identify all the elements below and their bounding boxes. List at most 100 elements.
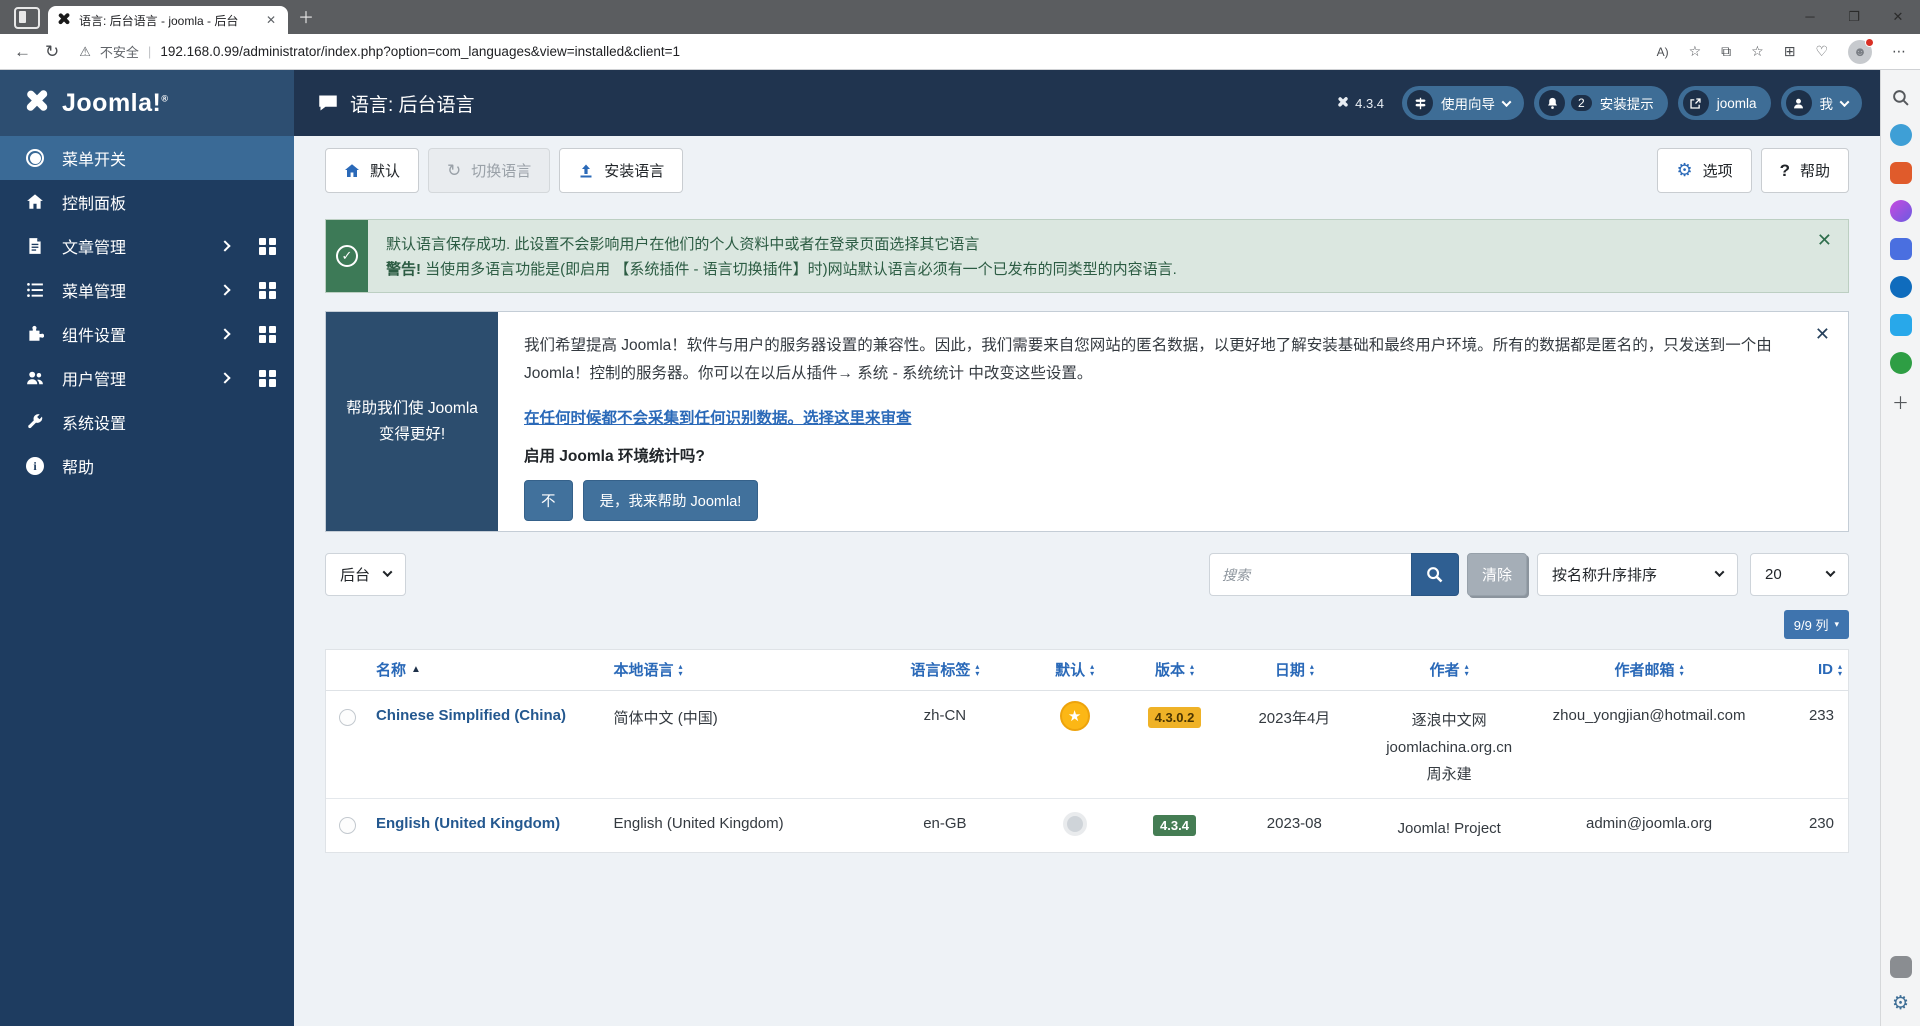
default-button[interactable]: 默认 — [325, 148, 419, 193]
search-button[interactable] — [1411, 553, 1459, 596]
stats-yes-button[interactable]: 是，我来帮助 Joomla! — [583, 480, 759, 521]
row-radio[interactable] — [339, 709, 356, 726]
profile-alert-dot — [1865, 38, 1874, 47]
radio-column-header — [326, 650, 370, 690]
dashboard-grid-icon[interactable] — [259, 326, 276, 343]
read-aloud-icon[interactable]: A) — [1657, 45, 1669, 59]
new-tab-button[interactable]: ＋ — [298, 4, 314, 28]
header-name[interactable]: 名称▲ — [370, 650, 608, 690]
sidebar-item-label: 控制面板 — [62, 190, 276, 214]
rail-add-icon[interactable]: ＋ — [1890, 390, 1912, 412]
alert-close-icon[interactable]: ✕ — [1801, 220, 1848, 292]
row-radio[interactable] — [339, 817, 356, 834]
rail-m365-icon[interactable] — [1890, 238, 1912, 260]
split-screen-icon[interactable]: ⧉ — [1721, 43, 1731, 60]
limit-select-value: 20 — [1765, 566, 1782, 583]
sidebar-item-help[interactable]: i 帮助 — [0, 444, 294, 488]
install-language-button[interactable]: 安装语言 — [559, 148, 683, 193]
url-text[interactable]: 192.168.0.99/administrator/index.php?opt… — [160, 44, 680, 59]
filter-right-group: 清除 按名称升序排序 20 — [1209, 553, 1849, 596]
not-secure-icon: ⚠ — [79, 44, 91, 60]
rail-shopping-icon[interactable] — [1890, 162, 1912, 184]
header-id[interactable]: ID▴▾ — [1764, 650, 1848, 690]
joomla-logo[interactable]: Joomla!® — [0, 70, 294, 136]
header-email[interactable]: 作者邮箱▴▾ — [1534, 650, 1764, 690]
sidebar-item-users[interactable]: 用户管理 — [0, 356, 294, 400]
minimize-icon[interactable]: ─ — [1788, 0, 1832, 34]
help-button[interactable]: ? 帮助 — [1761, 148, 1849, 193]
guided-tours-label: 使用向导 — [1441, 93, 1495, 113]
client-select[interactable]: 后台 — [325, 553, 406, 596]
joomla-logo-icon — [22, 88, 52, 118]
rail-search-icon[interactable] — [1890, 86, 1912, 108]
dashboard-grid-icon[interactable] — [259, 370, 276, 387]
options-button[interactable]: ⚙ 选项 — [1657, 148, 1751, 193]
reload-icon[interactable]: ↻ — [45, 42, 59, 62]
language-name-link[interactable]: English (United Kingdom) — [376, 815, 560, 832]
stats-panel: 帮助我们使 Joomla 变得更好! 我们希望提高 Joomla！软件与用户的服… — [325, 311, 1849, 532]
close-icon[interactable]: ✕ — [1876, 0, 1920, 34]
sidebar-item-system[interactable]: 系统设置 — [0, 400, 294, 444]
search-input[interactable] — [1209, 553, 1411, 596]
rail-eco-icon[interactable] — [1890, 352, 1912, 374]
columns-badge[interactable]: 9/9 列 ▾ — [1784, 610, 1849, 639]
address-bar-actions: A) ☆ ⧉ ☆ ⊞ ♡ ☻ ⋯ — [1657, 40, 1906, 64]
notifications-button[interactable]: 2 安装提示 — [1534, 86, 1668, 120]
stats-review-link[interactable]: 在任何时候都不会采集到任何识别数据。选择这里来审查 — [524, 406, 912, 428]
header-tag[interactable]: 语言标签▴▾ — [865, 650, 1025, 690]
set-default-toggle[interactable] — [1063, 812, 1087, 836]
header-version[interactable]: 版本▴▾ — [1125, 650, 1225, 690]
header-default[interactable]: 默认▴▾ — [1025, 650, 1125, 690]
header-author[interactable]: 作者▴▾ — [1364, 650, 1534, 690]
sort-icon: ▴▾ — [1680, 663, 1684, 677]
table-row: English (United Kingdom) English (United… — [326, 798, 1848, 852]
url-box[interactable]: ⚠ 不安全 | 192.168.0.99/administrator/index… — [79, 42, 680, 61]
screen: 语言: 后台语言 - joomla - 后台 ✕ ＋ ─ ❐ ✕ ← ↻ ⚠ 不… — [0, 0, 1920, 1026]
default-star-icon[interactable]: ★ — [1060, 701, 1090, 731]
header-actions: 4.3.4 使用向导 2 安装提示 — [1336, 86, 1880, 120]
more-menu-icon[interactable]: ⋯ — [1892, 43, 1906, 60]
info-icon: i — [24, 457, 46, 475]
collections-icon[interactable]: ⊞ — [1784, 43, 1796, 60]
rail-copilot-icon[interactable] — [1890, 124, 1912, 146]
preview-site-button[interactable]: joomla — [1678, 86, 1771, 120]
sidebar-item-label: 组件设置 — [62, 322, 205, 346]
sidebar-item-dashboard[interactable]: 控制面板 — [0, 180, 294, 224]
tab-close-icon[interactable]: ✕ — [262, 13, 280, 27]
rail-image-creator-icon[interactable] — [1890, 200, 1912, 222]
language-name-link[interactable]: Chinese Simplified (China) — [376, 707, 566, 724]
sidebar-item-components[interactable]: 组件设置 — [0, 312, 294, 356]
alert-line2-text: 当使用多语言功能是(即启用 【系统插件 - 语言切换插件】时)网站默认语言必须有… — [421, 261, 1177, 278]
maximize-icon[interactable]: ❐ — [1832, 0, 1876, 34]
sidebar-item-content[interactable]: 文章管理 — [0, 224, 294, 268]
favorites-bar-icon[interactable]: ☆ — [1751, 43, 1764, 60]
header-date[interactable]: 日期▴▾ — [1224, 650, 1364, 690]
back-icon[interactable]: ← — [14, 42, 31, 62]
author-email-cell: admin@joomla.org — [1534, 798, 1764, 852]
limit-select[interactable]: 20 — [1750, 553, 1849, 596]
header-native[interactable]: 本地语言▴▾ — [608, 650, 866, 690]
clear-button[interactable]: 清除 — [1467, 553, 1527, 596]
favorite-icon[interactable]: ☆ — [1689, 43, 1702, 60]
external-link-icon — [1683, 90, 1709, 116]
rail-settings-icon[interactable]: ⚙ — [1890, 992, 1912, 1014]
tab-layout-icon[interactable] — [14, 7, 40, 29]
chevron-down-icon — [1502, 97, 1512, 107]
install-language-label: 安装语言 — [604, 160, 664, 181]
browser-essentials-icon[interactable]: ♡ — [1815, 43, 1828, 60]
user-menu-button[interactable]: 我 — [1781, 86, 1863, 120]
guided-tours-button[interactable]: 使用向导 — [1402, 86, 1524, 120]
rail-outlook-icon[interactable] — [1890, 276, 1912, 298]
dashboard-grid-icon[interactable] — [259, 238, 276, 255]
rail-onedrive-icon[interactable] — [1890, 314, 1912, 336]
columns-badge-row: 9/9 列 ▾ — [325, 610, 1849, 639]
stats-no-button[interactable]: 不 — [524, 480, 573, 521]
browser-tab[interactable]: 语言: 后台语言 - joomla - 后台 ✕ — [48, 6, 288, 34]
sort-select[interactable]: 按名称升序排序 — [1537, 553, 1738, 596]
sidebar-item-menu-toggle[interactable]: 菜单开关 — [0, 136, 294, 180]
rail-capture-icon[interactable] — [1890, 956, 1912, 978]
dashboard-grid-icon[interactable] — [259, 282, 276, 299]
panel-close-icon[interactable]: ✕ — [1815, 324, 1830, 345]
profile-avatar[interactable]: ☻ — [1848, 40, 1872, 64]
sidebar-item-menus[interactable]: 菜单管理 — [0, 268, 294, 312]
